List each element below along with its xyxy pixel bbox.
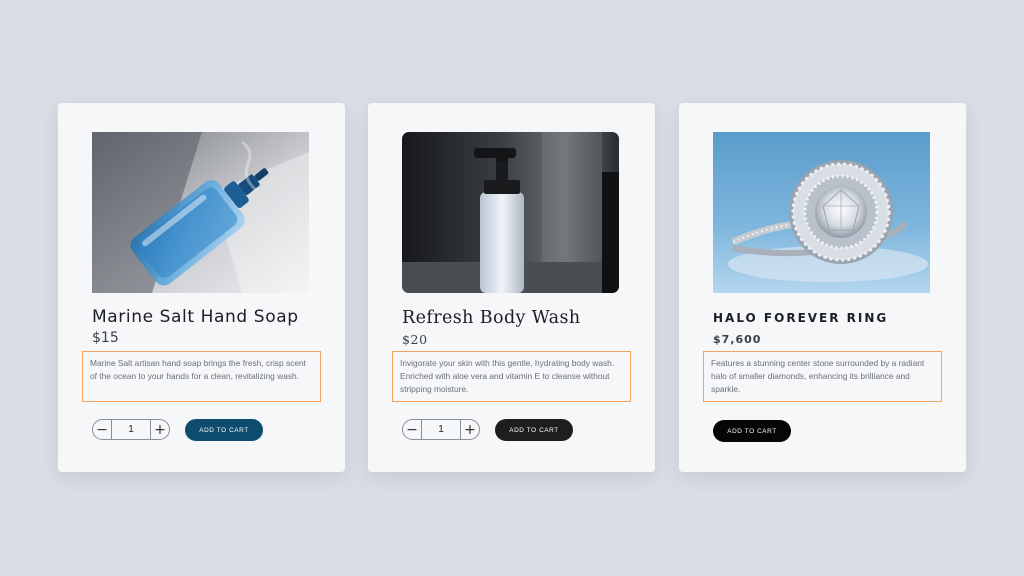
hand-soap-image (92, 132, 309, 293)
product-title: Marine Salt Hand Soap (92, 307, 299, 327)
product-description: Marine Salt artisan hand soap brings the… (82, 351, 321, 402)
product-card-hand-soap: Marine Salt Hand Soap $15 Marine Salt ar… (58, 103, 345, 472)
body-wash-image (402, 132, 619, 293)
quantity-stepper[interactable]: − 1 + (92, 419, 170, 440)
product-price: $15 (92, 330, 119, 346)
decrease-quantity-button[interactable]: − (403, 420, 422, 439)
product-title: Refresh Body Wash (402, 308, 581, 328)
add-to-cart-button[interactable]: ADD TO CART (495, 419, 573, 441)
product-description: Invigorate your skin with this gentle, h… (392, 351, 631, 402)
product-description: Features a stunning center stone surroun… (703, 351, 942, 402)
product-price: $20 (402, 332, 428, 347)
increase-quantity-button[interactable]: + (150, 420, 169, 439)
add-to-cart-button[interactable]: ADD TO CART (713, 420, 791, 442)
product-card-body-wash: Refresh Body Wash $20 Invigorate your sk… (368, 103, 655, 472)
increase-quantity-button[interactable]: + (460, 420, 479, 439)
quantity-value[interactable]: 1 (112, 424, 150, 435)
product-title: HALO FOREVER RING (713, 311, 889, 325)
product-price: $7,600 (713, 333, 762, 346)
product-card-ring: HALO FOREVER RING $7,600 Features a stun… (679, 103, 966, 472)
add-to-cart-button[interactable]: ADD TO CART (185, 419, 263, 441)
quantity-value[interactable]: 1 (422, 424, 460, 435)
decrease-quantity-button[interactable]: − (93, 420, 112, 439)
ring-image (713, 132, 930, 293)
quantity-stepper[interactable]: − 1 + (402, 419, 480, 440)
